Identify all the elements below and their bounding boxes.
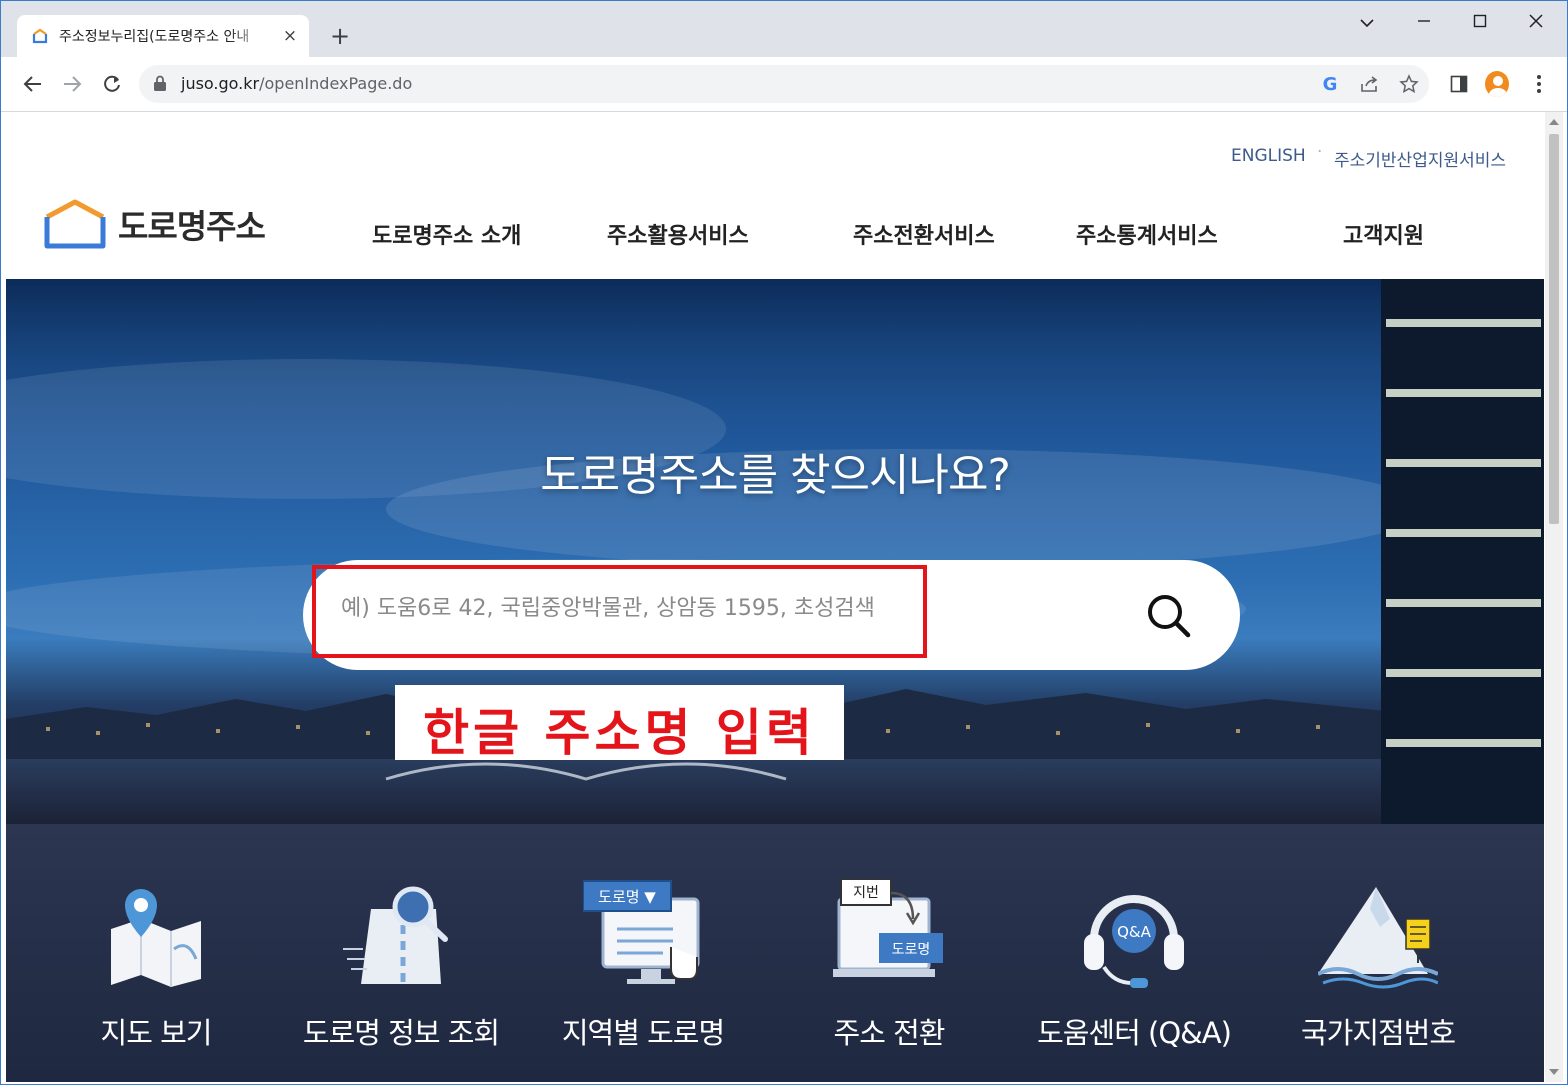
back-arrow-icon[interactable]: [19, 70, 47, 98]
new-tab-button[interactable]: +: [327, 21, 353, 51]
hero-title: 도로명주소를 찾으시나요?: [540, 450, 1011, 501]
browser-window: 주소정보누리집(도로명주소 안내 × + juso.go.kr/openInde…: [0, 0, 1568, 1085]
industry-support-link[interactable]: 주소기반산업지원서비스: [1334, 146, 1506, 171]
nav-road-address-intro[interactable]: 도로명주소 소개: [372, 218, 521, 250]
hero-banner: 도로명주소를 찾으시나요? 한글 주소명 입력: [6, 279, 1544, 824]
qa-badge: Q&A: [1117, 923, 1152, 941]
nav-customer-support[interactable]: 고객지원: [1343, 218, 1424, 250]
share-icon[interactable]: [1359, 73, 1381, 95]
reload-icon[interactable]: [98, 70, 126, 98]
annotation-callout: 한글 주소명 입력: [395, 685, 844, 762]
lock-icon[interactable]: [153, 75, 167, 91]
search-button[interactable]: [1143, 590, 1195, 642]
nav-address-statistics[interactable]: 주소통계서비스: [1076, 218, 1218, 250]
google-translate-icon[interactable]: G: [1319, 73, 1341, 95]
convert-badge-to: 도로명: [892, 942, 931, 958]
page-scrollbar[interactable]: [1545, 112, 1563, 1082]
quick-item-map[interactable]: 지도 보기: [36, 824, 276, 1082]
profile-avatar-icon: [1485, 71, 1509, 97]
quick-menu: 지도 보기 도로명 정보 조회 도로명 ▼ 지역별 도로명 지번 도로명 주소 …: [6, 824, 1544, 1082]
scroll-down-icon[interactable]: [1549, 1069, 1559, 1075]
convert-badge-from: 지번: [853, 885, 879, 901]
map-icon: [111, 889, 201, 987]
quick-item-national-point[interactable]: 국가지점번호: [1258, 824, 1498, 1082]
scroll-up-icon[interactable]: [1549, 119, 1559, 125]
address-convert-icon: 지번 도로명: [833, 879, 943, 977]
quick-label: 지역별 도로명: [561, 1016, 725, 1050]
tab-close-icon[interactable]: ×: [281, 26, 299, 46]
nav-address-usage[interactable]: 주소활용서비스: [607, 218, 749, 250]
profile-avatar[interactable]: [1485, 71, 1509, 97]
quick-item-address-convert[interactable]: 지번 도로명 주소 전환: [769, 824, 1009, 1082]
side-panel-icon[interactable]: [1447, 72, 1471, 96]
site-favicon-icon: [32, 28, 48, 44]
quick-label: 국가지점번호: [1300, 1016, 1456, 1050]
annotation-text: 한글 주소명 입력: [423, 704, 816, 762]
help-center-icon: Q&A: [1084, 895, 1184, 988]
quick-item-road-info[interactable]: 도로명 정보 조회: [281, 824, 521, 1082]
site-logo[interactable]: 도로명주소: [44, 198, 266, 250]
quick-label: 도움센터 (Q&A): [1037, 1016, 1232, 1050]
minimize-icon[interactable]: [1404, 9, 1444, 37]
util-separator: ·: [1317, 142, 1323, 162]
web-page: ENGLISH · 주소기반산업지원서비스 도로명주소 도로명주소 소개 주소활…: [6, 112, 1544, 1082]
logo-house-icon: [44, 199, 106, 249]
maximize-icon[interactable]: [1460, 9, 1500, 37]
search-icon: [1148, 595, 1191, 638]
browser-toolbar: juso.go.kr/openIndexPage.do G: [1, 57, 1567, 112]
logo-text: 도로명주소: [118, 207, 266, 246]
regional-road-icon: 도로명 ▼: [583, 880, 700, 984]
quick-label: 주소 전환: [833, 1016, 946, 1050]
english-link[interactable]: ENGLISH: [1231, 146, 1306, 166]
quick-item-regional-road[interactable]: 도로명 ▼ 지역별 도로명: [523, 824, 763, 1082]
quick-label: 도로명 정보 조회: [302, 1016, 500, 1050]
url-text[interactable]: juso.go.kr/openIndexPage.do: [181, 74, 412, 93]
browser-menu-icon[interactable]: [1527, 72, 1551, 96]
regional-road-badge: 도로명 ▼: [598, 888, 656, 906]
quick-item-help-center[interactable]: Q&A 도움센터 (Q&A): [1014, 824, 1254, 1082]
nav-address-conversion[interactable]: 주소전환서비스: [853, 218, 995, 250]
input-highlight-box: [312, 565, 927, 658]
quick-label: 지도 보기: [100, 1016, 213, 1050]
address-bar[interactable]: juso.go.kr/openIndexPage.do G: [139, 65, 1429, 103]
scrollbar-thumb[interactable]: [1549, 134, 1559, 524]
tab-search-chevron-down-icon[interactable]: [1347, 9, 1387, 37]
road-search-icon: [343, 886, 448, 984]
tab-title: 주소정보누리집(도로명주소 안내: [59, 29, 250, 45]
national-point-icon: [1318, 887, 1438, 989]
browser-tab-active[interactable]: 주소정보누리집(도로명주소 안내 ×: [17, 15, 309, 57]
tab-strip: 주소정보누리집(도로명주소 안내 × +: [1, 1, 1567, 57]
forward-arrow-icon[interactable]: [58, 70, 86, 98]
window-close-icon[interactable]: [1516, 9, 1556, 37]
bookmark-star-icon[interactable]: [1398, 73, 1420, 95]
